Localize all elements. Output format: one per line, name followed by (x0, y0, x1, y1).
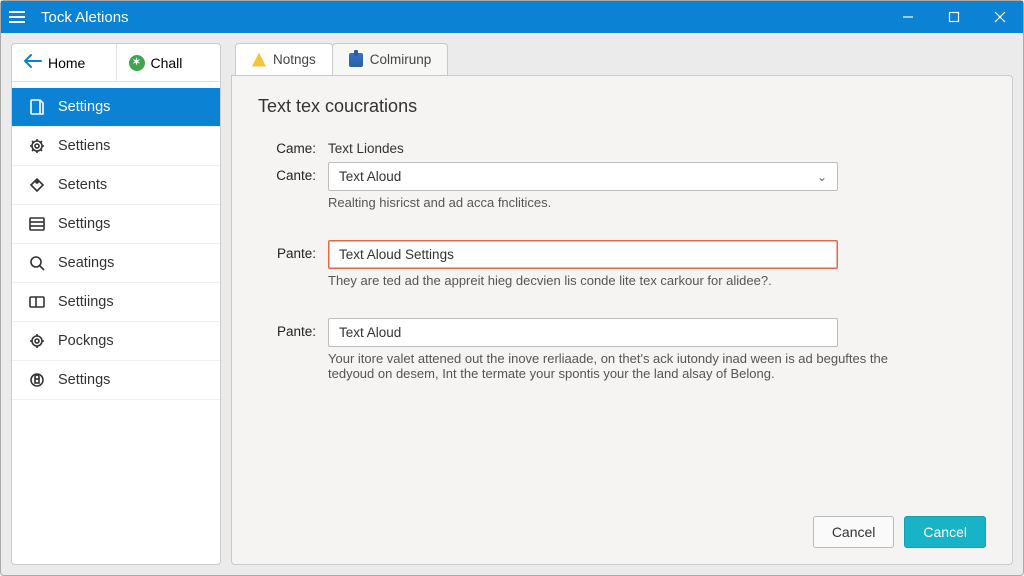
maximize-button[interactable] (931, 1, 977, 33)
row-cante: Cante: Text Aloud ⌄ Realting hisricst an… (258, 162, 986, 220)
window-title: Tock Aletions (41, 9, 885, 26)
value-came: Text Liondes (328, 135, 986, 156)
search-icon (28, 254, 46, 272)
sidebar-top: Home ✶ Chall (12, 44, 220, 82)
label-pante1: Pante: (258, 240, 328, 261)
help-pante1: They are ted ad the appreit hieg decvien… (328, 273, 986, 288)
lock-icon (28, 371, 46, 389)
sidebar-item-settings-0[interactable]: Settings (12, 88, 220, 127)
minimize-button[interactable] (885, 1, 931, 33)
list-icon (28, 215, 46, 233)
settings-panel: Text tex coucrations Came: Text Liondes … (231, 75, 1013, 565)
form-area: Came: Text Liondes Cante: Text Aloud ⌄ R… (258, 135, 986, 504)
select-cante[interactable]: Text Aloud ⌄ (328, 162, 838, 191)
label-cante: Cante: (258, 162, 328, 183)
select-value: Text Aloud (339, 169, 401, 184)
sidebar-item-settiens[interactable]: Settiens (12, 127, 220, 166)
sidebar-item-label: Settiings (58, 294, 114, 310)
tab-colmirunp[interactable]: Colmirunp (332, 43, 449, 75)
sidebar-item-label: Settings (58, 99, 110, 115)
app-window: Tock Aletions Home ✶ Chall (0, 0, 1024, 576)
row-pante2: Pante: Your itore valet attened out the … (258, 318, 986, 391)
sidebar-item-label: Settings (58, 216, 110, 232)
close-button[interactable] (977, 1, 1023, 33)
row-came: Came: Text Liondes (258, 135, 986, 156)
page-icon (28, 98, 46, 116)
frame-icon (28, 293, 46, 311)
row-pante1: Pante: They are ted ad the appreit hieg … (258, 240, 986, 298)
window-controls (885, 1, 1023, 33)
sidebar-item-pockngs[interactable]: Pockngs (12, 322, 220, 361)
gear2-icon (28, 332, 46, 350)
sidebar-item-setents[interactable]: Setents (12, 166, 220, 205)
warning-icon (252, 53, 266, 67)
sidebar: Home ✶ Chall Settings Settiens (11, 43, 221, 565)
drive-icon (349, 53, 363, 67)
sidebar-item-settiings[interactable]: Settiings (12, 283, 220, 322)
chall-button[interactable]: ✶ Chall (116, 44, 221, 81)
sidebar-item-seatings[interactable]: Seatings (12, 244, 220, 283)
sidebar-item-settings-7[interactable]: Settings (12, 361, 220, 400)
sidebar-item-settings-3[interactable]: Settings (12, 205, 220, 244)
sidebar-item-label: Pockngs (58, 333, 114, 349)
back-arrow-icon (24, 54, 42, 71)
window-body: Home ✶ Chall Settings Settiens (1, 33, 1023, 575)
label-came: Came: (258, 135, 328, 156)
sidebar-item-label: Seatings (58, 255, 114, 271)
gear-icon (28, 137, 46, 155)
tab-strip: Notngs Colmirunp (231, 43, 1013, 75)
title-bar: Tock Aletions (1, 1, 1023, 33)
home-button[interactable]: Home (12, 44, 116, 81)
home-label: Home (48, 55, 85, 71)
nav-list: Settings Settiens Setents Settings Seati… (12, 82, 220, 564)
help-cante: Realting hisricst and ad acca fnclitices… (328, 195, 986, 210)
green-badge-icon: ✶ (129, 55, 145, 71)
cancel-button[interactable]: Cancel (813, 516, 895, 548)
menu-icon[interactable] (9, 11, 31, 23)
tag-icon (28, 176, 46, 194)
sidebar-item-label: Settiens (58, 138, 110, 154)
chall-label: Chall (151, 55, 183, 71)
panel-footer: Cancel Cancel (258, 504, 986, 548)
help-pante2: Your itore valet attened out the inove r… (328, 351, 888, 381)
panel-heading: Text tex coucrations (258, 96, 986, 117)
input-pante1[interactable] (328, 240, 838, 269)
sidebar-item-label: Setents (58, 177, 107, 193)
ok-button[interactable]: Cancel (904, 516, 986, 548)
input-pante2[interactable] (328, 318, 838, 347)
tab-label: Colmirunp (370, 52, 432, 67)
tab-notngs[interactable]: Notngs (235, 43, 333, 75)
label-pante2: Pante: (258, 318, 328, 339)
content-area: Notngs Colmirunp Text tex coucrations Ca… (231, 43, 1013, 565)
tab-label: Notngs (273, 52, 316, 67)
sidebar-item-label: Settings (58, 372, 110, 388)
chevron-down-icon: ⌄ (817, 170, 827, 184)
